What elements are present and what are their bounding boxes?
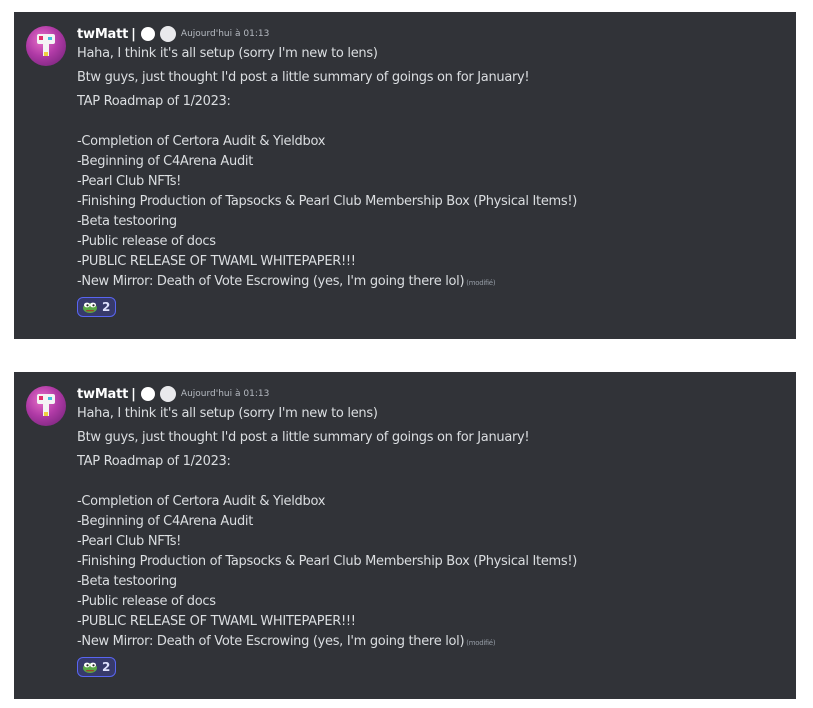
name-separator: |	[131, 386, 136, 402]
message-line: -Beta testooring	[77, 214, 177, 229]
message-line: Btw guys, just thought I'd post a little…	[77, 430, 530, 445]
user-avatar[interactable]	[26, 26, 66, 66]
reaction-button[interactable]: 2	[77, 657, 117, 677]
username[interactable]: twMatt	[77, 387, 128, 402]
avatar-glyph-icon	[37, 34, 55, 56]
message-line: -Beta testooring	[77, 574, 177, 589]
message-line: Haha, I think it's all setup (sorry I'm …	[77, 46, 378, 61]
message-line: -Completion of Certora Audit & Yieldbox	[77, 494, 326, 509]
edited-label: (modifié)	[466, 279, 496, 287]
message-line: -Completion of Certora Audit & Yieldbox	[77, 134, 326, 149]
message-line: Btw guys, just thought I'd post a little…	[77, 70, 530, 85]
message-panel: twMatt | Aujourd'hui à 01:13 Haha, I thi…	[14, 12, 796, 339]
edited-label: (modifié)	[466, 639, 496, 647]
reaction-count: 2	[102, 300, 111, 314]
avatar-glyph-icon	[37, 394, 55, 416]
user-avatar[interactable]	[26, 386, 66, 426]
timestamp: Aujourd'hui à 01:13	[180, 29, 270, 39]
username[interactable]: twMatt	[77, 27, 128, 42]
name-separator: |	[131, 26, 136, 42]
message-line-blank	[77, 472, 786, 492]
message-line: -Finishing Production of Tapsocks & Pear…	[77, 554, 578, 569]
message-line: -PUBLIC RELEASE OF TWAML WHITEPAPER!!!	[77, 614, 356, 629]
pepe-frog-icon	[83, 302, 97, 313]
message: twMatt | Aujourd'hui à 01:13 Haha, I thi…	[77, 24, 786, 317]
message-line-text: -New Mirror: Death of Vote Escrowing (ye…	[77, 634, 465, 649]
message-line: TAP Roadmap of 1/2023:	[77, 454, 231, 469]
role-badge-icon[interactable]	[159, 386, 176, 402]
message-line: -Pearl Club NFTs!	[77, 174, 182, 189]
message-line-last: -New Mirror: Death of Vote Escrowing (ye…	[77, 632, 786, 653]
message-line: -Beginning of C4Arena Audit	[77, 514, 254, 529]
message-header: twMatt | Aujourd'hui à 01:13	[77, 384, 786, 404]
message: twMatt | Aujourd'hui à 01:13 Haha, I thi…	[77, 384, 786, 677]
role-badge-icon[interactable]	[140, 387, 155, 401]
message-line: -Beginning of C4Arena Audit	[77, 154, 254, 169]
role-badge-icon[interactable]	[140, 27, 155, 41]
reaction-count: 2	[102, 660, 111, 674]
message-line: -PUBLIC RELEASE OF TWAML WHITEPAPER!!!	[77, 254, 356, 269]
message-line: TAP Roadmap of 1/2023:	[77, 94, 231, 109]
message-line: -Public release of docs	[77, 234, 216, 249]
message-panel: twMatt | Aujourd'hui à 01:13 Haha, I thi…	[14, 372, 796, 699]
message-line: -Public release of docs	[77, 594, 216, 609]
message-line: -Finishing Production of Tapsocks & Pear…	[77, 194, 578, 209]
message-header: twMatt | Aujourd'hui à 01:13	[77, 24, 786, 44]
role-badge-icon[interactable]	[159, 26, 176, 42]
message-line: -Pearl Club NFTs!	[77, 534, 182, 549]
reaction-button[interactable]: 2	[77, 297, 117, 317]
message-line: Haha, I think it's all setup (sorry I'm …	[77, 406, 378, 421]
message-line-text: -New Mirror: Death of Vote Escrowing (ye…	[77, 274, 465, 289]
timestamp: Aujourd'hui à 01:13	[180, 389, 270, 399]
message-line-last: -New Mirror: Death of Vote Escrowing (ye…	[77, 272, 786, 293]
pepe-frog-icon	[83, 662, 97, 673]
message-line-blank	[77, 112, 786, 132]
